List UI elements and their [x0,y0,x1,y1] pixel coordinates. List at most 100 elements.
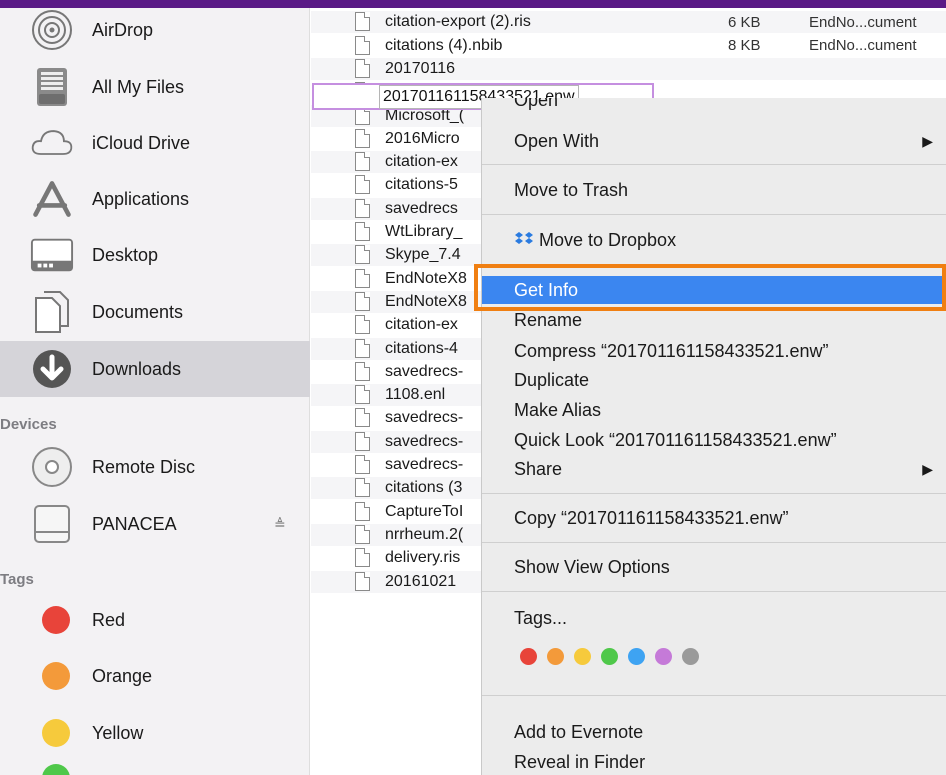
sidebar-item-icloud-drive[interactable]: iCloud Drive [0,115,310,171]
menu-item-duplicate[interactable]: Duplicate [482,366,946,394]
file-row[interactable]: 20170116 [311,57,946,80]
downloads-icon [30,347,74,391]
file-kind: EndNo...cument [809,13,917,31]
sidebar-item-remote-disc[interactable]: Remote Disc [0,439,310,495]
sidebar-item-all-my-files[interactable]: All My Files [0,59,310,115]
menu-item-copy[interactable]: Copy “20170116115843352​1.enw” [482,504,946,532]
sidebar-section-tags: Tags [0,571,34,588]
sidebar-item-documents[interactable]: Documents [0,284,310,340]
menu-tag-dot[interactable] [682,648,699,665]
document-icon [355,152,373,172]
sidebar-item-applications[interactable]: Applications [0,171,310,227]
sidebar-item-tag-red[interactable]: Red [0,592,310,648]
file-name: citations-5 [385,176,458,194]
sidebar-item-label: Applications [92,188,190,209]
sidebar-item-label: All My Files [92,76,185,97]
menu-tag-dot[interactable] [547,648,564,665]
sidebar-item-airdrop[interactable]: AirDrop [0,2,310,58]
document-icon [355,431,373,452]
sidebar-item-label: Documents [92,301,184,322]
file-name: citations-4 [385,339,458,357]
file-name: savedrecs- [385,409,464,427]
document-icon [355,548,373,568]
document-icon [355,291,373,312]
menu-item-reveal-in-finder[interactable]: Reveal in Finder [482,748,946,775]
sidebar-item-label: Orange [92,665,153,686]
document-icon [355,408,373,428]
menu-item-make-alias[interactable]: Make Alias [482,396,946,424]
sidebar-item-label: Desktop [92,244,159,265]
window-top-edge [0,0,946,8]
sidebar-item-label: Red [92,609,126,630]
document-icon [355,198,373,219]
menu-item-show-view-options[interactable]: Show View Options [482,553,946,581]
sidebar-item-tag-yellow[interactable]: Yellow [0,705,310,761]
submenu-arrow-icon: ▶ [922,461,933,477]
file-name: citations (3 [385,479,463,497]
sidebar-section-devices: Devices [0,416,57,433]
sidebar-item-label: iCloud Drive [92,132,191,153]
file-name: EndNoteX8 [385,269,467,287]
cloud-icon [30,121,74,165]
document-icon [355,245,373,265]
menu-item-open[interactable]: Open [482,98,946,112]
sidebar-item-downloads[interactable]: Downloads [0,341,310,397]
menu-tag-dot[interactable] [574,648,591,665]
file-name: 2016Micro [385,129,460,147]
menu-separator [482,591,946,592]
menu-item-label: Move to Dropbox [539,230,677,250]
menu-tag-dot[interactable] [628,648,645,665]
drive-icon [30,502,74,546]
menu-item-share[interactable]: Share ▶ [482,455,946,483]
file-name: WtLibrary_ [385,223,463,240]
file-row[interactable]: citations (4).nbib 8 KB EndNo...cument [311,35,946,57]
menu-item-move-to-trash[interactable]: Move to Trash [482,176,946,204]
menu-item-move-to-dropbox[interactable]: Move to Dropbox [482,226,946,254]
file-row[interactable]: citation-export (2).ris 6 KB EndNo...cumen… [311,11,946,34]
sidebar-item-label: PANACEA [92,513,177,534]
file-name: 20170116 [385,59,455,77]
document-icon [355,58,373,79]
document-icon [355,571,373,592]
sidebar-item-panacea[interactable]: PANACEA ≜ [0,496,310,552]
eject-icon[interactable]: ≜ [274,516,286,533]
tag-orange-dot [42,662,70,690]
menu-item-tags[interactable]: Tags... [482,604,946,632]
disc-icon [30,445,74,489]
sidebar-item-label: AirDrop [92,19,154,40]
file-name: citation-ex [385,153,458,171]
menu-tag-dot[interactable] [601,648,618,665]
menu-item-add-to-evernote[interactable]: Add to Evernote [482,718,946,746]
sidebar-item-label: Yellow [92,722,144,743]
file-name: citation-export (2).ris [385,13,531,31]
menu-separator [482,695,946,696]
finder-sidebar: AirDrop All My Files iCloud Drive Applic… [0,0,310,775]
sidebar-item-desktop[interactable]: Desktop [0,227,310,283]
menu-separator [482,493,946,494]
document-icon [355,455,373,475]
tag-yellow-dot [42,719,70,747]
file-name: citations (4).nbib [385,36,503,54]
sidebar-item-tag-orange[interactable]: Orange [0,648,310,704]
document-icon [355,175,373,195]
menu-item-open-with[interactable]: Open With ▶ [482,127,946,155]
tag-green-dot [42,764,70,775]
document-icon [355,478,373,498]
file-name: EndNoteX8 [385,292,467,310]
document-icon [355,128,373,149]
document-icon [355,12,373,32]
sidebar-item-label: Downloads [92,358,182,379]
file-name: 20161021 [385,572,457,590]
menu-item-quick-look[interactable]: Quick Look “20170116115843352​1.enw” [482,426,946,454]
file-size: 8 KB [728,37,761,55]
menu-tag-colors [520,648,699,665]
menu-tag-dot[interactable] [520,648,537,665]
file-name: nrrheum.2( [385,525,464,543]
menu-separator [482,214,946,215]
file-name: citation-ex [385,316,458,334]
menu-separator [482,542,946,543]
menu-item-label: Share [514,459,563,479]
file-name: savedrecs- [385,432,464,450]
menu-item-compress[interactable]: Compress “20170116115843352​1.enw” [482,337,946,365]
menu-tag-dot[interactable] [655,648,672,665]
